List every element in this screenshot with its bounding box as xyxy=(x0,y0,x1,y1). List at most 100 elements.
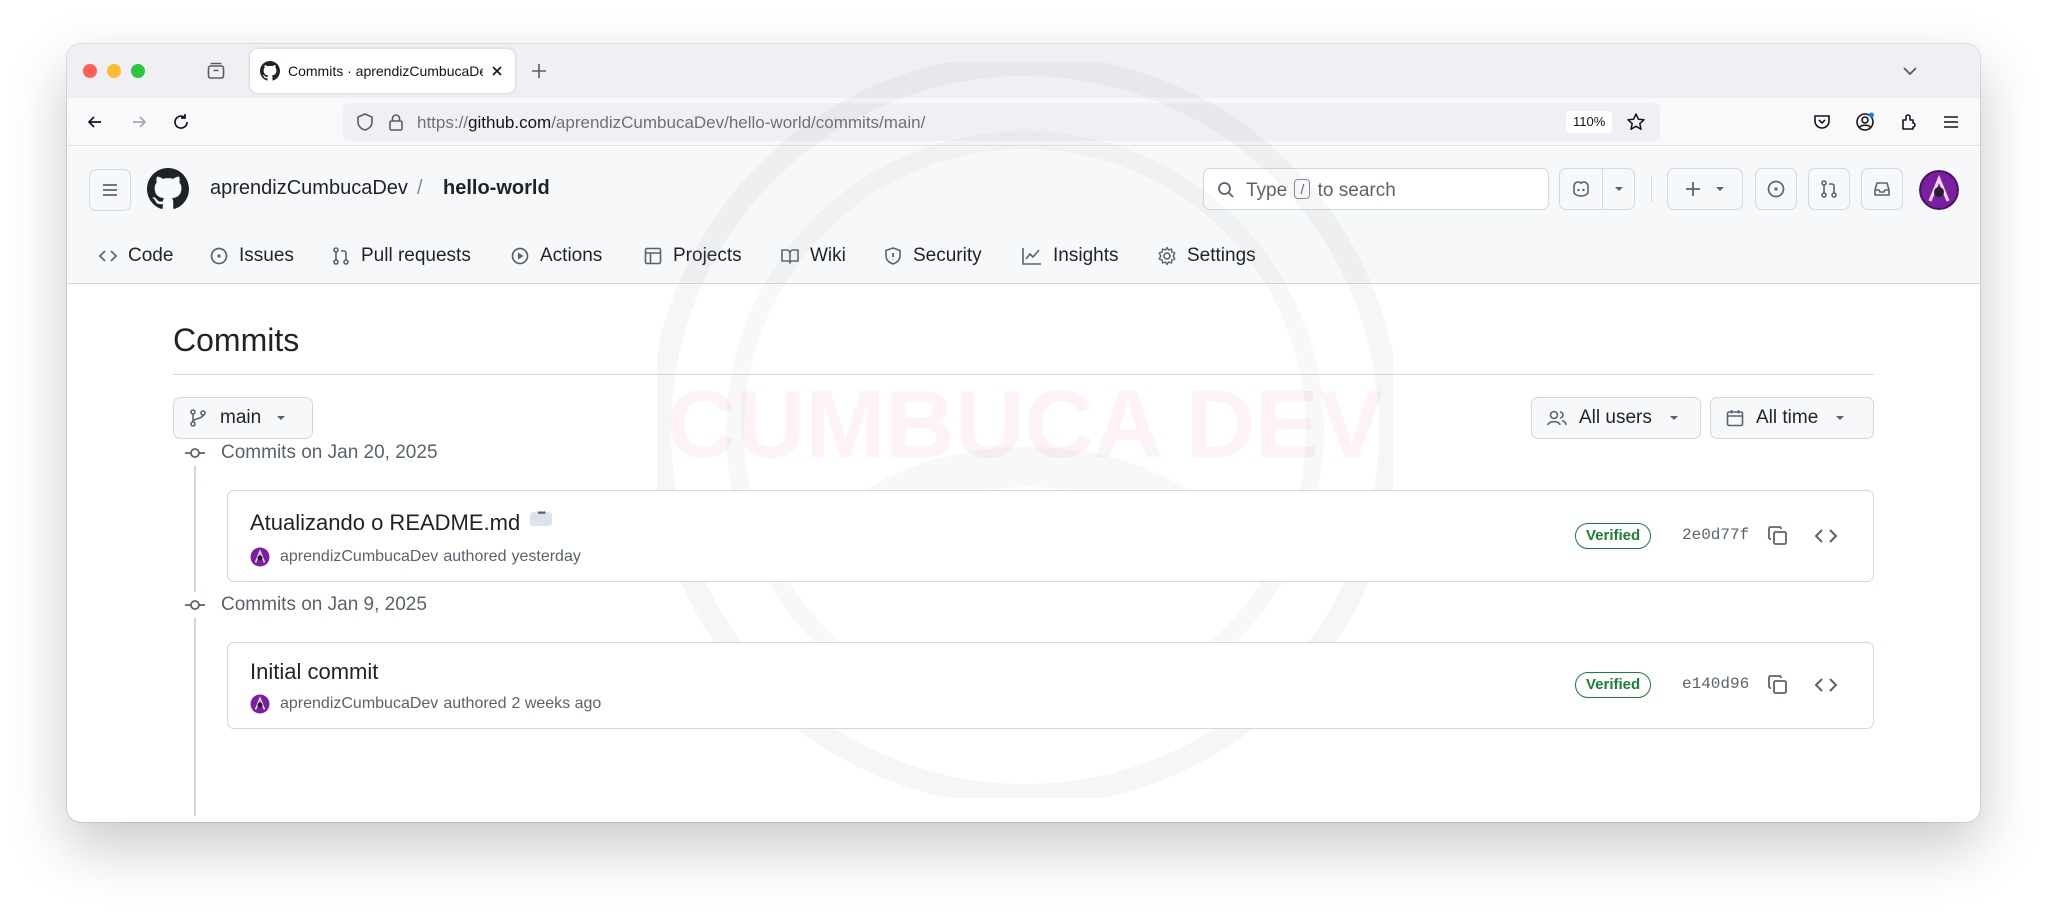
url-bar[interactable]: https://github.com/aprendizCumbucaDev/he… xyxy=(343,103,1660,141)
copy-icon[interactable] xyxy=(1766,524,1790,548)
caret-down-icon xyxy=(1716,187,1724,191)
url-host: github.com xyxy=(468,113,552,132)
branch-selector-button[interactable]: main xyxy=(173,397,313,439)
author-avatar[interactable] xyxy=(250,547,270,567)
lock-icon[interactable] xyxy=(386,112,406,132)
commit-title-link[interactable]: Initial commit xyxy=(250,659,378,685)
tab-code[interactable]: Code xyxy=(98,241,173,271)
header-divider xyxy=(1651,176,1652,202)
breadcrumb-repo-link[interactable]: hello-world xyxy=(443,177,550,200)
branch-name: main xyxy=(220,407,262,428)
bookmark-star-icon[interactable] xyxy=(1626,112,1646,132)
time-filter-button[interactable]: All time xyxy=(1710,397,1874,439)
url-path: /aprendizCumbucaDev/hello-world/commits/… xyxy=(551,113,926,132)
copilot-icon xyxy=(1573,181,1590,197)
breadcrumb-owner-link[interactable]: aprendizCumbucaDev xyxy=(210,177,408,200)
tab-pull-requests-label: Pull requests xyxy=(361,245,471,266)
search-placeholder: Type / to search xyxy=(1246,179,1396,202)
author-avatar[interactable] xyxy=(250,694,270,714)
copy-icon[interactable] xyxy=(1766,673,1790,697)
git-commit-icon xyxy=(182,592,208,618)
github-logo-icon[interactable] xyxy=(147,168,189,210)
tab-close-icon[interactable] xyxy=(489,63,505,79)
tab-actions-label: Actions xyxy=(540,245,603,266)
tab-title: Commits · aprendizCumbucaDev/hello-world xyxy=(288,63,483,79)
tab-settings-label: Settings xyxy=(1187,245,1256,266)
verified-badge[interactable]: Verified xyxy=(1575,672,1652,698)
commit-title-text: Atualizando o README.md xyxy=(250,510,521,535)
app-menu-icon[interactable] xyxy=(1939,110,1963,134)
commit-sha-link[interactable]: 2e0d77f xyxy=(1682,526,1749,544)
new-tab-icon[interactable] xyxy=(528,60,550,82)
create-new-button[interactable] xyxy=(1667,168,1743,210)
author-link[interactable]: aprendizCumbucaDev xyxy=(280,548,438,566)
user-avatar[interactable] xyxy=(1919,170,1959,210)
browse-files-code-icon[interactable] xyxy=(1814,673,1838,697)
extensions-icon[interactable] xyxy=(1897,110,1921,134)
author-link[interactable]: aprendizCumbucaDev xyxy=(280,695,438,713)
browser-tab-active[interactable]: Commits · aprendizCumbucaDev/hello-world xyxy=(250,49,515,93)
expand-message-button[interactable] xyxy=(530,508,553,526)
your-issues-button[interactable] xyxy=(1755,168,1797,210)
tab-code-label: Code xyxy=(128,245,174,266)
reload-icon[interactable] xyxy=(169,110,193,134)
url-text[interactable]: https://github.com/aprendizCumbucaDev/he… xyxy=(417,113,925,133)
forward-icon[interactable] xyxy=(127,110,151,134)
search-shortcut-key: / xyxy=(1294,179,1311,199)
tab-overview-icon[interactable] xyxy=(205,60,227,82)
window-maximize-button[interactable] xyxy=(131,64,145,78)
copilot-button[interactable] xyxy=(1560,169,1604,209)
your-pull-requests-button[interactable] xyxy=(1808,168,1850,210)
tab-insights-label: Insights xyxy=(1053,245,1119,266)
tab-wiki[interactable]: Wiki xyxy=(780,241,846,271)
browser-window: Commits · aprendizCumbucaDev/hello-world… xyxy=(67,44,1980,822)
search-prefix: Type xyxy=(1246,180,1288,201)
tab-pull-requests[interactable]: Pull requests xyxy=(331,241,471,271)
tab-actions[interactable]: Actions xyxy=(510,241,602,271)
tab-issues-label: Issues xyxy=(239,245,294,266)
search-input[interactable]: Type / to search xyxy=(1203,168,1549,210)
tab-security[interactable]: Security xyxy=(883,241,982,271)
global-nav-menu-button[interactable] xyxy=(89,169,131,211)
back-icon[interactable] xyxy=(83,110,107,134)
notifications-inbox-button[interactable] xyxy=(1861,168,1903,210)
tracking-shield-icon[interactable] xyxy=(355,112,375,132)
copilot-dropdown-button[interactable] xyxy=(1603,169,1634,209)
commit-group-heading: Commits on Jan 20, 2025 xyxy=(182,440,438,466)
pocket-icon[interactable] xyxy=(1810,110,1834,134)
tab-settings[interactable]: Settings xyxy=(1157,241,1256,271)
zoom-indicator[interactable]: 110% xyxy=(1566,111,1613,133)
timeline-line xyxy=(194,454,196,816)
issue-opened-icon xyxy=(1767,180,1785,198)
tab-insights[interactable]: Insights xyxy=(1021,241,1118,271)
authored-label: authored xyxy=(443,695,507,712)
shield-icon xyxy=(885,247,901,265)
copilot-button-group xyxy=(1559,168,1635,210)
commit-title-link[interactable]: Atualizando o README.md xyxy=(250,508,553,536)
search-suffix: to search xyxy=(1317,180,1396,201)
authored-label: authored xyxy=(443,548,507,565)
commit-row: Initial commit aprendizCumbucaDev author… xyxy=(227,642,1874,729)
users-filter-button[interactable]: All users xyxy=(1531,397,1701,439)
hamburger-icon xyxy=(103,184,117,196)
relative-time: 2 weeks ago xyxy=(511,695,602,712)
github-header: aprendizCumbucaDev / hello-world Type / … xyxy=(67,147,1980,284)
git-commit-icon xyxy=(182,440,208,466)
tab-projects[interactable]: Projects xyxy=(643,241,742,271)
account-icon[interactable] xyxy=(1853,110,1877,134)
window-close-button[interactable] xyxy=(83,64,97,78)
plus-icon xyxy=(1686,182,1700,196)
verified-badge[interactable]: Verified xyxy=(1575,523,1652,549)
pull-request-icon xyxy=(1821,180,1837,198)
tab-issues[interactable]: Issues xyxy=(209,241,294,271)
list-all-tabs-icon[interactable] xyxy=(1900,61,1920,81)
repo-navigation: Code Issues Pull requests Actions Projec… xyxy=(67,231,1980,281)
breadcrumb-separator: / xyxy=(417,177,423,199)
tab-projects-label: Projects xyxy=(673,245,742,266)
window-minimize-button[interactable] xyxy=(107,64,121,78)
commit-title-text: Initial commit xyxy=(250,659,379,684)
commit-sha-link[interactable]: e140d96 xyxy=(1682,675,1749,693)
caret-down-icon xyxy=(1836,416,1845,420)
browse-files-code-icon[interactable] xyxy=(1814,524,1838,548)
play-icon xyxy=(511,247,529,265)
